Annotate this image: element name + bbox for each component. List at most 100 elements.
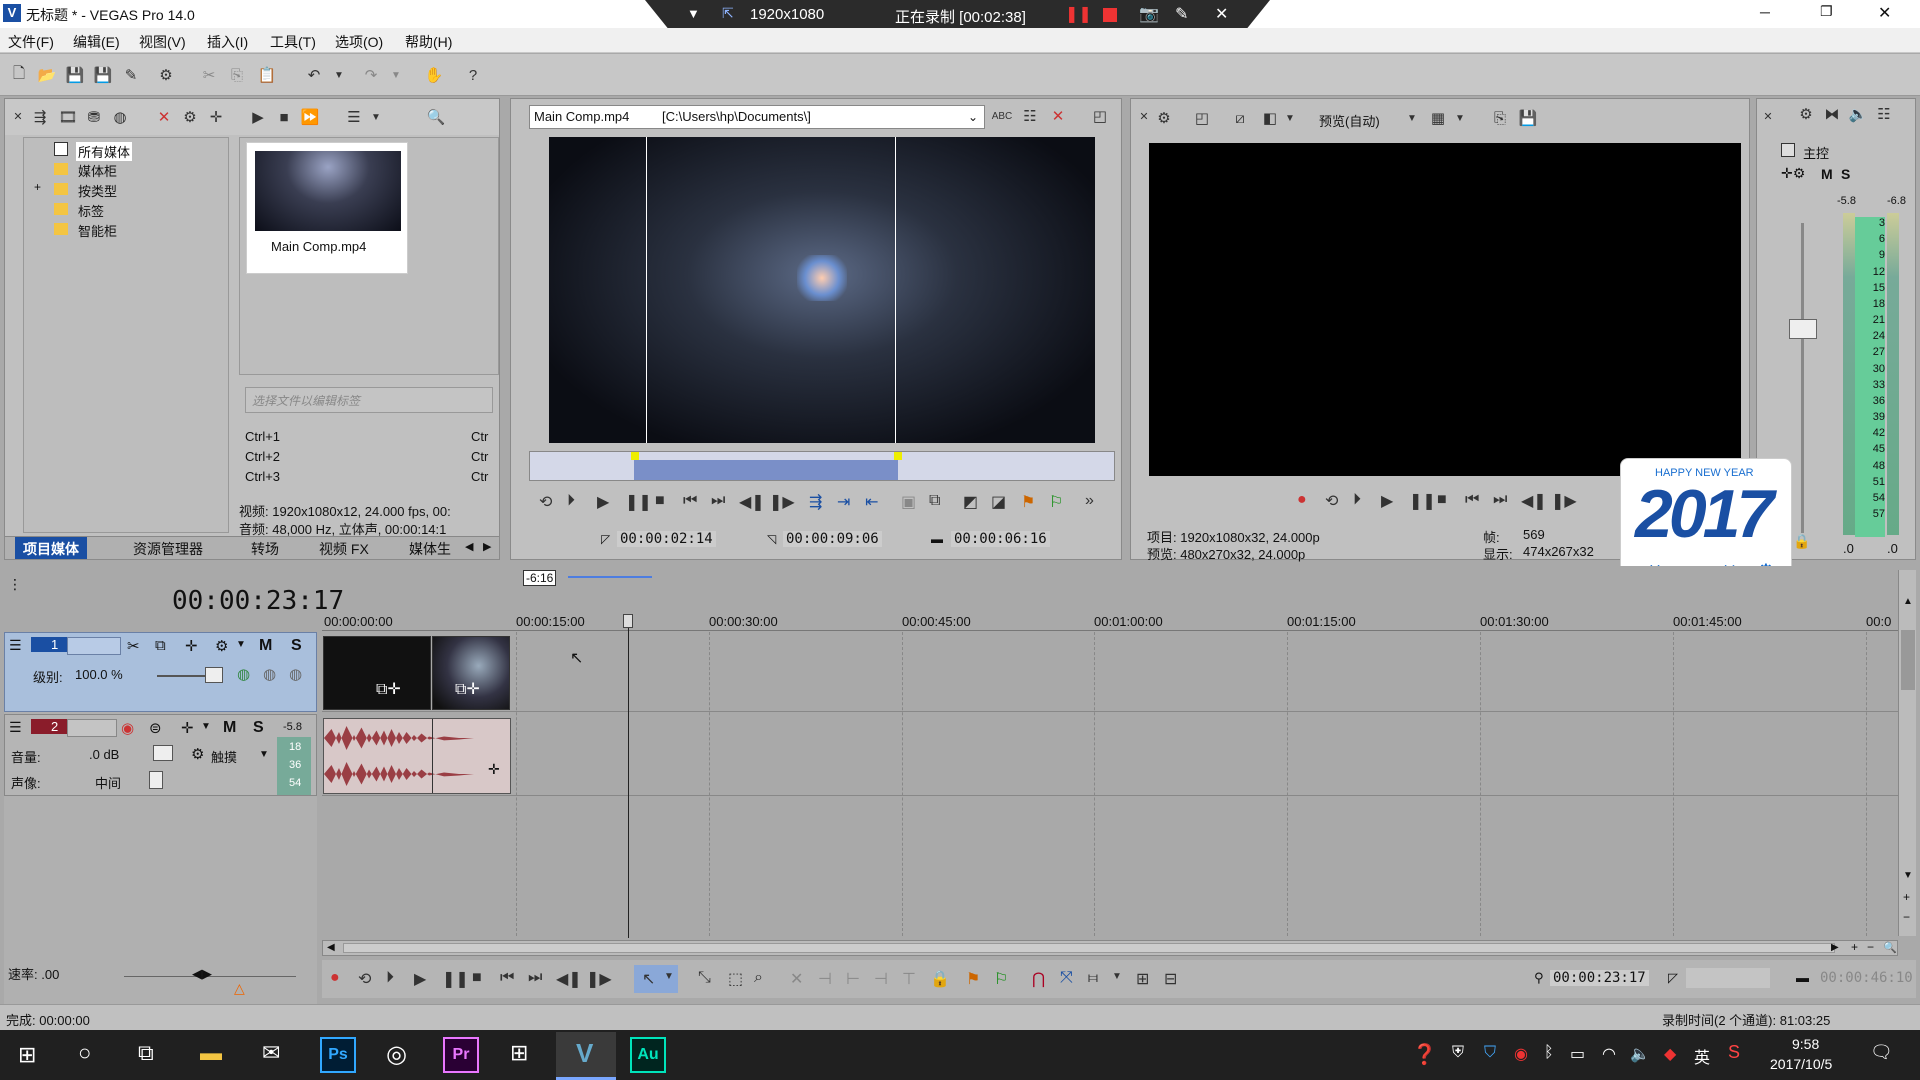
audio-track-lane[interactable] <box>322 714 1898 796</box>
collapse-icon[interactable]: ☰ <box>9 637 22 654</box>
chevron-down-icon[interactable]: ▼ <box>236 639 246 650</box>
clear-icon[interactable]: ☷ <box>1019 105 1041 127</box>
split-icon[interactable]: ⊤ <box>902 969 916 989</box>
trim-end-icon[interactable]: ⊣ <box>874 969 888 989</box>
pause-button[interactable]: ❚❚ <box>625 492 652 512</box>
restore-button[interactable]: ❐ <box>1820 3 1833 20</box>
track1-solo[interactable]: S <box>291 637 302 655</box>
go-end-button[interactable]: ⏭ <box>528 969 542 987</box>
windows-start-icon[interactable]: ⊞ <box>18 1042 36 1068</box>
region-button[interactable]: ⚐ <box>1049 492 1063 512</box>
invert-phase-icon[interactable]: ⊜ <box>149 719 162 737</box>
ime-lang-tray[interactable]: 英 <box>1694 1044 1710 1068</box>
prev-frame-button[interactable]: ◀❚ <box>739 492 765 512</box>
extract-icon[interactable]: ⛃ <box>83 106 105 128</box>
views-icon[interactable]: ☰ <box>343 106 365 128</box>
go-end-button[interactable]: ⏭ <box>711 492 725 510</box>
bluetooth-icon[interactable]: ᛒ <box>1544 1044 1554 1062</box>
go-start-button[interactable]: ⏮ <box>500 969 514 987</box>
split-screen-icon[interactable]: ⧄ <box>1229 107 1251 129</box>
tab-project-media[interactable]: 项目媒体 <box>15 537 87 559</box>
track2-mute[interactable]: M <box>223 719 236 737</box>
photoshop-app[interactable]: Ps <box>320 1037 356 1073</box>
snap-icon[interactable]: ⋂ <box>1032 969 1045 989</box>
tree-item-by-type[interactable]: 按类型 <box>78 181 117 200</box>
close-icon[interactable]: ✕ <box>1215 4 1228 24</box>
stop-button[interactable]: ■ <box>1437 491 1447 509</box>
subclip-button[interactable]: ⧉ <box>929 492 940 510</box>
add-to-timeline-button[interactable]: ⇶ <box>809 492 822 512</box>
close-icon[interactable]: ✕ <box>7 105 29 127</box>
next-frame-button[interactable]: ❚▶ <box>769 492 795 512</box>
redo-dropdown-icon[interactable]: ▼ <box>385 64 407 86</box>
video-clip[interactable]: ⧉✛ <box>323 636 431 710</box>
close-button[interactable]: ✕ <box>1878 3 1891 23</box>
copy-snapshot-icon[interactable]: ⎘ <box>1489 107 1511 129</box>
track-motion-icon[interactable]: ✛ <box>185 637 198 655</box>
scroll-left-icon[interactable]: ◀ <box>465 540 473 553</box>
import-icon[interactable]: ⇶ <box>29 106 51 128</box>
chevron-down-icon[interactable]: ▼ <box>201 721 211 732</box>
preview-quality[interactable]: 预览(自动) <box>1319 111 1380 130</box>
redo-icon[interactable]: ↷ <box>360 64 382 86</box>
region-icon[interactable]: ⚐ <box>994 969 1008 989</box>
audition-app[interactable]: Au <box>630 1037 666 1073</box>
track2-solo[interactable]: S <box>253 719 264 737</box>
zoom-in-icon[interactable]: + <box>1903 890 1910 904</box>
cut-icon[interactable]: ✂ <box>198 64 220 86</box>
paste-icon[interactable]: 📋 <box>256 64 278 86</box>
web-icon[interactable]: ◍ <box>109 106 131 128</box>
play-from-start-button[interactable]: ⏵ <box>1353 491 1361 509</box>
save-snapshot-icon[interactable]: 💾 <box>1517 107 1539 129</box>
loop-button[interactable]: ⟲ <box>358 969 371 989</box>
loop-button[interactable]: ⟲ <box>1325 491 1338 511</box>
menu-options[interactable]: 选项(O) <box>335 32 383 52</box>
add-after-cursor-button[interactable]: ⇥ <box>837 492 850 512</box>
undo-icon[interactable]: ↶ <box>303 64 325 86</box>
play-icon[interactable]: ▶ <box>247 106 269 128</box>
tab-transitions[interactable]: 转场 <box>243 537 287 559</box>
fit-button[interactable]: ▣ <box>901 492 916 512</box>
lock-envelopes-icon[interactable]: ⊞ <box>1136 969 1149 989</box>
tab-media-generators[interactable]: 媒体生 <box>401 537 459 559</box>
file-explorer-icon[interactable]: ▬ <box>200 1040 222 1066</box>
delete-icon[interactable]: ✕ <box>790 969 803 989</box>
cursor-tool-icon[interactable]: ↖ <box>642 969 655 989</box>
mixer-icon[interactable]: ☷ <box>1873 103 1895 125</box>
remove-icon[interactable]: ✕ <box>1047 105 1069 127</box>
master-fader[interactable] <box>1789 319 1817 339</box>
scroll-thumb[interactable] <box>1901 630 1915 690</box>
copy-icon[interactable]: ⎘ <box>226 64 248 86</box>
chevron-down-icon[interactable]: ▼ <box>259 749 269 760</box>
timeline-vscrollbar[interactable]: ▲ ▼ + − <box>1898 570 1916 936</box>
chevron-down-icon[interactable]: ▼ <box>664 971 674 982</box>
grid-icon[interactable]: ▦ <box>1427 107 1449 129</box>
track-name-field[interactable] <box>67 637 121 655</box>
grid-dropdown-icon[interactable]: ▼ <box>1449 107 1471 129</box>
search-icon[interactable]: 🔍 <box>425 106 447 128</box>
menu-help[interactable]: 帮助(H) <box>405 32 452 52</box>
trimmer-file-select[interactable]: Main Comp.mp4 [C:\Users\hp\Documents\] ⌄ <box>529 105 985 129</box>
menu-file[interactable]: 文件(F) <box>8 32 54 52</box>
go-start-button[interactable]: ⏮ <box>1465 491 1479 509</box>
tag-input[interactable]: 选择文件以编辑标签 <box>245 387 493 413</box>
tree-item-all-media[interactable]: 所有媒体 <box>76 142 133 161</box>
stop-record-button[interactable] <box>1103 8 1117 22</box>
marker-icon[interactable]: ⚑ <box>966 969 980 989</box>
task-view-icon[interactable]: ⧉ <box>138 1040 154 1066</box>
menu-view[interactable]: 视图(V) <box>139 32 186 52</box>
video-track-header[interactable]: ☰ 1 ✂ ⧉ ✛ ⚙ ▼ M S 级别: 100.0 % ◍ ◍ ◍ <box>4 632 317 712</box>
stamp-icon[interactable]: ✋ <box>423 64 445 86</box>
playhead-handle[interactable] <box>623 614 633 628</box>
track-fx-icon[interactable]: ⚙ <box>215 637 228 655</box>
snap-icon[interactable]: ✛ <box>205 106 227 128</box>
app-tray-icon[interactable]: ◆ <box>1664 1044 1676 1064</box>
chevron-down-icon[interactable]: ▼ <box>1112 971 1122 982</box>
gear-icon[interactable]: ⚙ <box>191 745 204 763</box>
tree-item-bins[interactable]: 媒体柜 <box>78 161 117 180</box>
zoom-in-icon[interactable]: + <box>1851 940 1858 954</box>
media-item[interactable]: Main Comp.mp4 <box>246 142 408 274</box>
ignore-grouping-icon[interactable]: ⊟ <box>1164 969 1177 989</box>
level-slider-handle[interactable] <box>205 667 223 683</box>
marker-button[interactable]: ⚑ <box>1021 492 1035 512</box>
